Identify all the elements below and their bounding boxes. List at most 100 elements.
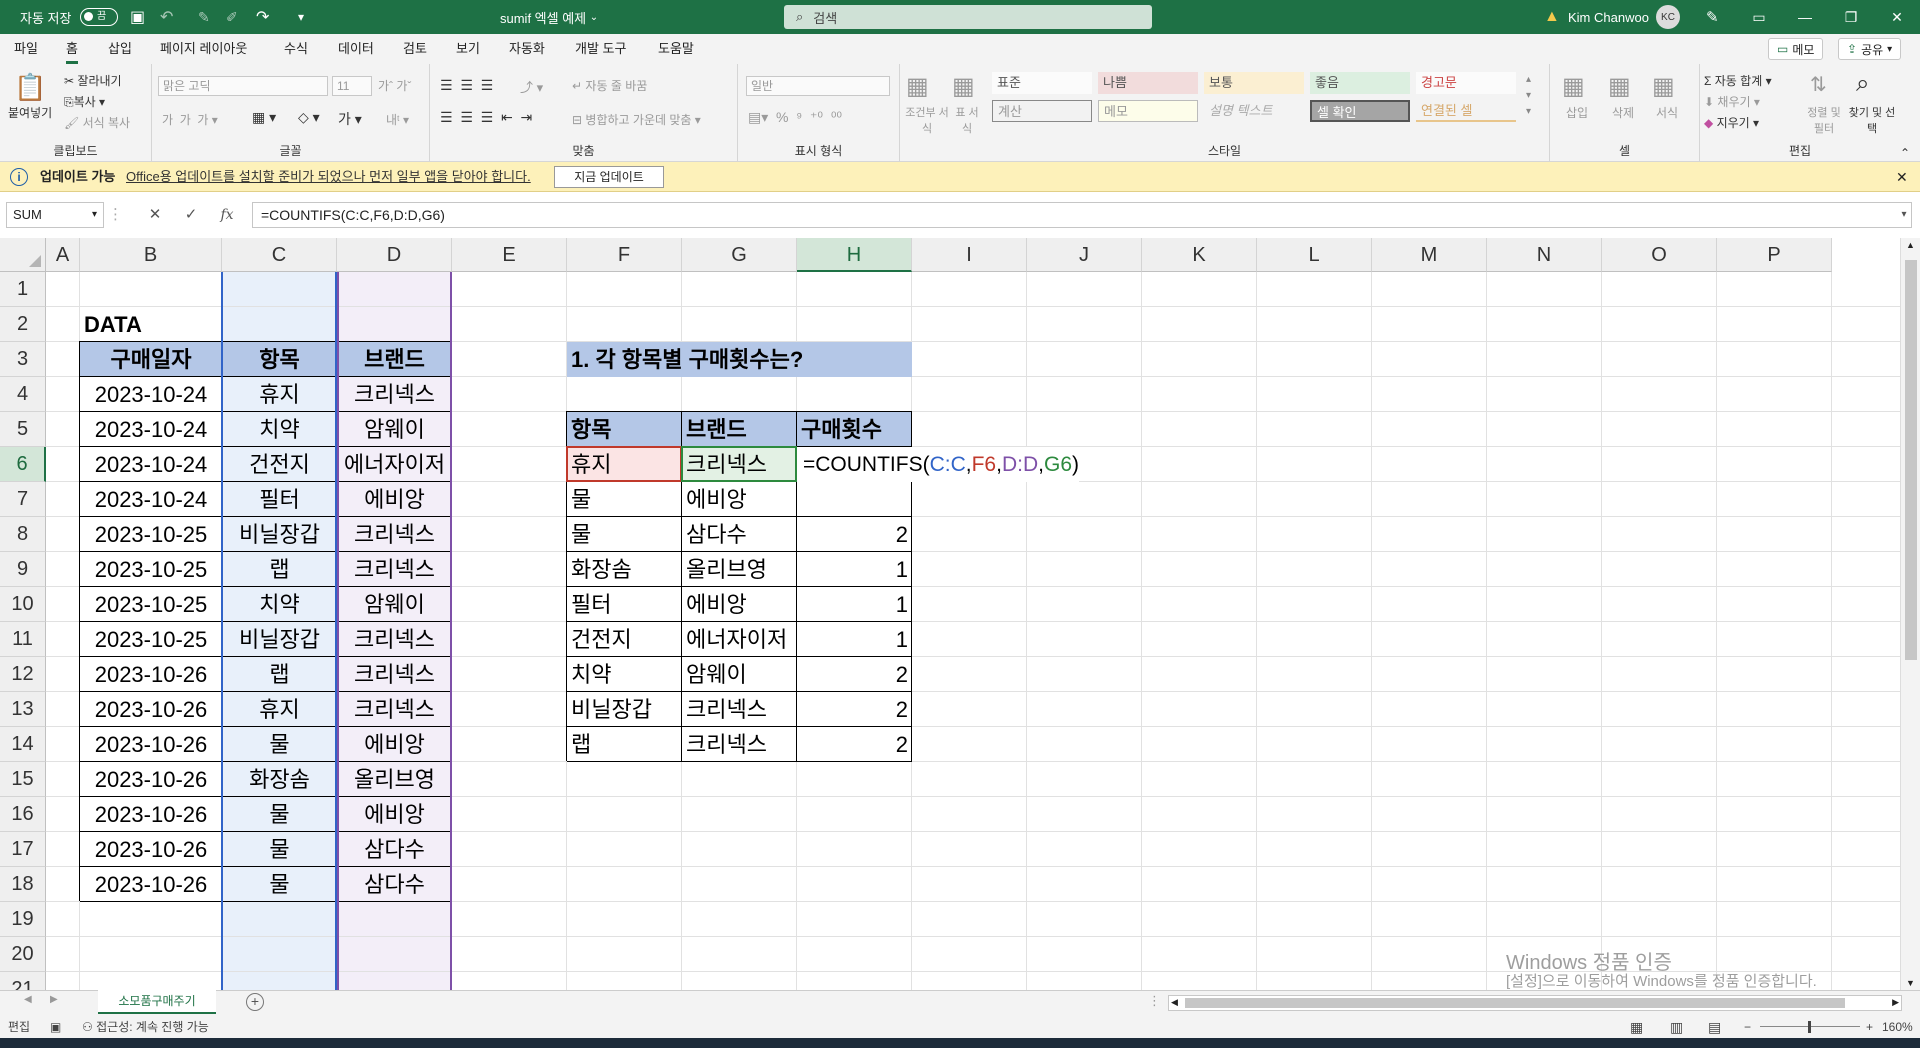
data-title[interactable]: DATA: [80, 307, 222, 342]
data-cell-item[interactable]: 물: [222, 832, 337, 867]
data-cell-date[interactable]: 2023-10-24: [80, 447, 222, 482]
data-cell-date[interactable]: 2023-10-25: [80, 517, 222, 552]
summary-cell-count[interactable]: 2: [797, 727, 912, 762]
normal-view-icon[interactable]: ▦: [1630, 1016, 1643, 1038]
page-break-view-icon[interactable]: ▤: [1708, 1016, 1721, 1038]
data-cell-brand[interactable]: 삼다수: [337, 832, 452, 867]
data-cell-date[interactable]: 2023-10-24: [80, 482, 222, 517]
column-header-g[interactable]: G: [682, 238, 797, 272]
data-cell-item[interactable]: 물: [222, 797, 337, 832]
data-cell-item[interactable]: 랩: [222, 657, 337, 692]
row-header-2[interactable]: 2: [0, 307, 46, 342]
find-select-button[interactable]: 찾기 및 선택: [1848, 104, 1896, 136]
summary-cell-brand[interactable]: 올리브영: [682, 552, 797, 587]
summary-cell-brand[interactable]: 크리넥스: [682, 692, 797, 727]
memo-button[interactable]: ▭ 메모: [1768, 38, 1824, 60]
tab-home[interactable]: 홈: [66, 34, 78, 64]
data-cell-item[interactable]: 건전지: [222, 447, 337, 482]
data-cell-item[interactable]: 비닐장갑: [222, 517, 337, 552]
data-cell-brand[interactable]: 에비앙: [337, 482, 452, 517]
data-cell-date[interactable]: 2023-10-26: [80, 832, 222, 867]
scroll-right-icon[interactable]: ▶: [1892, 997, 1899, 1008]
find-icon[interactable]: ⌕: [1856, 70, 1869, 98]
border-icon[interactable]: ▦ ▾: [252, 109, 276, 126]
row-header-13[interactable]: 13: [0, 692, 46, 727]
data-cell-item[interactable]: 휴지: [222, 692, 337, 727]
horizontal-align-icons[interactable]: ☰ ☰ ☰ ⇤ ⇥: [440, 109, 532, 126]
zoom-slider-thumb[interactable]: [1808, 1021, 1811, 1033]
pen-mode-icon[interactable]: ✎: [1706, 0, 1719, 34]
vertical-scroll-thumb[interactable]: [1905, 260, 1917, 660]
summary-header-cell[interactable]: 구매횟수: [797, 412, 912, 447]
font-name-select[interactable]: 맑은 고딕: [158, 76, 328, 96]
data-cell-item[interactable]: 치약: [222, 412, 337, 447]
tab-review[interactable]: 검토: [403, 34, 427, 64]
scroll-left-icon[interactable]: ◀: [1171, 997, 1178, 1008]
cut-button[interactable]: ✂ 잘라내기: [64, 72, 122, 89]
data-cell-brand[interactable]: 삼다수: [337, 867, 452, 902]
summary-cell-count[interactable]: 1: [797, 622, 912, 657]
summary-cell-item[interactable]: 치약: [567, 657, 682, 692]
orientation-icon[interactable]: ⤴ ▾: [520, 77, 543, 96]
paste-button[interactable]: 붙여넣기: [8, 104, 52, 121]
sort-filter-button[interactable]: 정렬 및 필터: [1804, 104, 1844, 136]
styles-scroll[interactable]: ▴ ▾ ▾: [1526, 72, 1531, 120]
format-painter-icon[interactable]: ✎: [198, 0, 210, 34]
vertical-align-icons[interactable]: ☰ ☰ ☰: [440, 77, 493, 94]
ribbon-display-icon[interactable]: ▭: [1736, 0, 1782, 34]
data-header-cell[interactable]: 브랜드: [337, 342, 452, 377]
summary-cell-item[interactable]: 비닐장갑: [567, 692, 682, 727]
minimize-icon[interactable]: —: [1782, 0, 1828, 34]
horizontal-scroll-thumb[interactable]: [1185, 998, 1845, 1008]
paste-icon[interactable]: 📋: [14, 72, 46, 103]
page-layout-view-icon[interactable]: ▥: [1670, 1016, 1683, 1038]
summary-cell-item[interactable]: 필터: [567, 587, 682, 622]
conditional-format-button[interactable]: 조건부 서식: [904, 104, 950, 136]
zoom-in-icon[interactable]: +: [1866, 1016, 1873, 1038]
row-header-20[interactable]: 20: [0, 937, 46, 972]
column-header-o[interactable]: O: [1602, 238, 1717, 272]
fill-button[interactable]: ⬇ 채우기 ▾: [1704, 93, 1760, 110]
column-header-m[interactable]: M: [1372, 238, 1487, 272]
summary-cell-count[interactable]: 2: [797, 692, 912, 727]
summary-cell-count[interactable]: 1: [797, 552, 912, 587]
tab-automate[interactable]: 자동화: [509, 34, 545, 64]
column-header-l[interactable]: L: [1257, 238, 1372, 272]
style-explanatory[interactable]: 설명 텍스트: [1204, 100, 1304, 122]
data-cell-item[interactable]: 휴지: [222, 377, 337, 412]
data-cell-item[interactable]: 비닐장갑: [222, 622, 337, 657]
scroll-up-icon[interactable]: ▲: [1906, 240, 1915, 250]
macro-record-icon[interactable]: ▣: [50, 1016, 61, 1038]
tab-insert[interactable]: 삽입: [108, 34, 132, 64]
formula-input[interactable]: =COUNTIFS(C:C,F6,D:D,G6): [252, 202, 1912, 228]
autosum-button[interactable]: Σ 자동 합계 ▾: [1704, 72, 1772, 89]
avatar[interactable]: KC: [1648, 0, 1680, 34]
column-header-f[interactable]: F: [567, 238, 682, 272]
data-cell-item[interactable]: 필터: [222, 482, 337, 517]
data-cell-date[interactable]: 2023-10-26: [80, 692, 222, 727]
summary-header-cell[interactable]: 브랜드: [682, 412, 797, 447]
bold-italic-underline-icons[interactable]: 가 가 가 ▾: [162, 111, 218, 128]
data-cell-date[interactable]: 2023-10-26: [80, 797, 222, 832]
next-sheet-icon[interactable]: ▶: [50, 994, 58, 1005]
column-header-p[interactable]: P: [1717, 238, 1832, 272]
document-title[interactable]: sumif 엑셀 예제 ⌄: [500, 0, 598, 34]
number-format-select[interactable]: 일반: [746, 76, 890, 96]
fill-color-icon[interactable]: ◇ ▾: [298, 109, 320, 126]
redo-icon[interactable]: ↷: [256, 0, 269, 34]
row-header-9[interactable]: 9: [0, 552, 46, 587]
data-cell-date[interactable]: 2023-10-25: [80, 622, 222, 657]
format-table-button[interactable]: 표 서식: [952, 104, 982, 136]
format-painter-button[interactable]: 🖌 서식 복사: [64, 114, 130, 131]
horizontal-scrollbar[interactable]: ◀ ▶: [1168, 995, 1902, 1011]
column-header-e[interactable]: E: [452, 238, 567, 272]
summary-cell-item[interactable]: 물: [567, 517, 682, 552]
summary-cell-count[interactable]: 2: [797, 517, 912, 552]
column-header-n[interactable]: N: [1487, 238, 1602, 272]
pen-icon[interactable]: ✐: [226, 0, 238, 34]
style-note[interactable]: 메모: [1098, 100, 1198, 122]
column-header-d[interactable]: D: [337, 238, 452, 272]
summary-cell-count[interactable]: 1: [797, 587, 912, 622]
data-cell-brand[interactable]: 암웨이: [337, 412, 452, 447]
data-cell-date[interactable]: 2023-10-25: [80, 587, 222, 622]
